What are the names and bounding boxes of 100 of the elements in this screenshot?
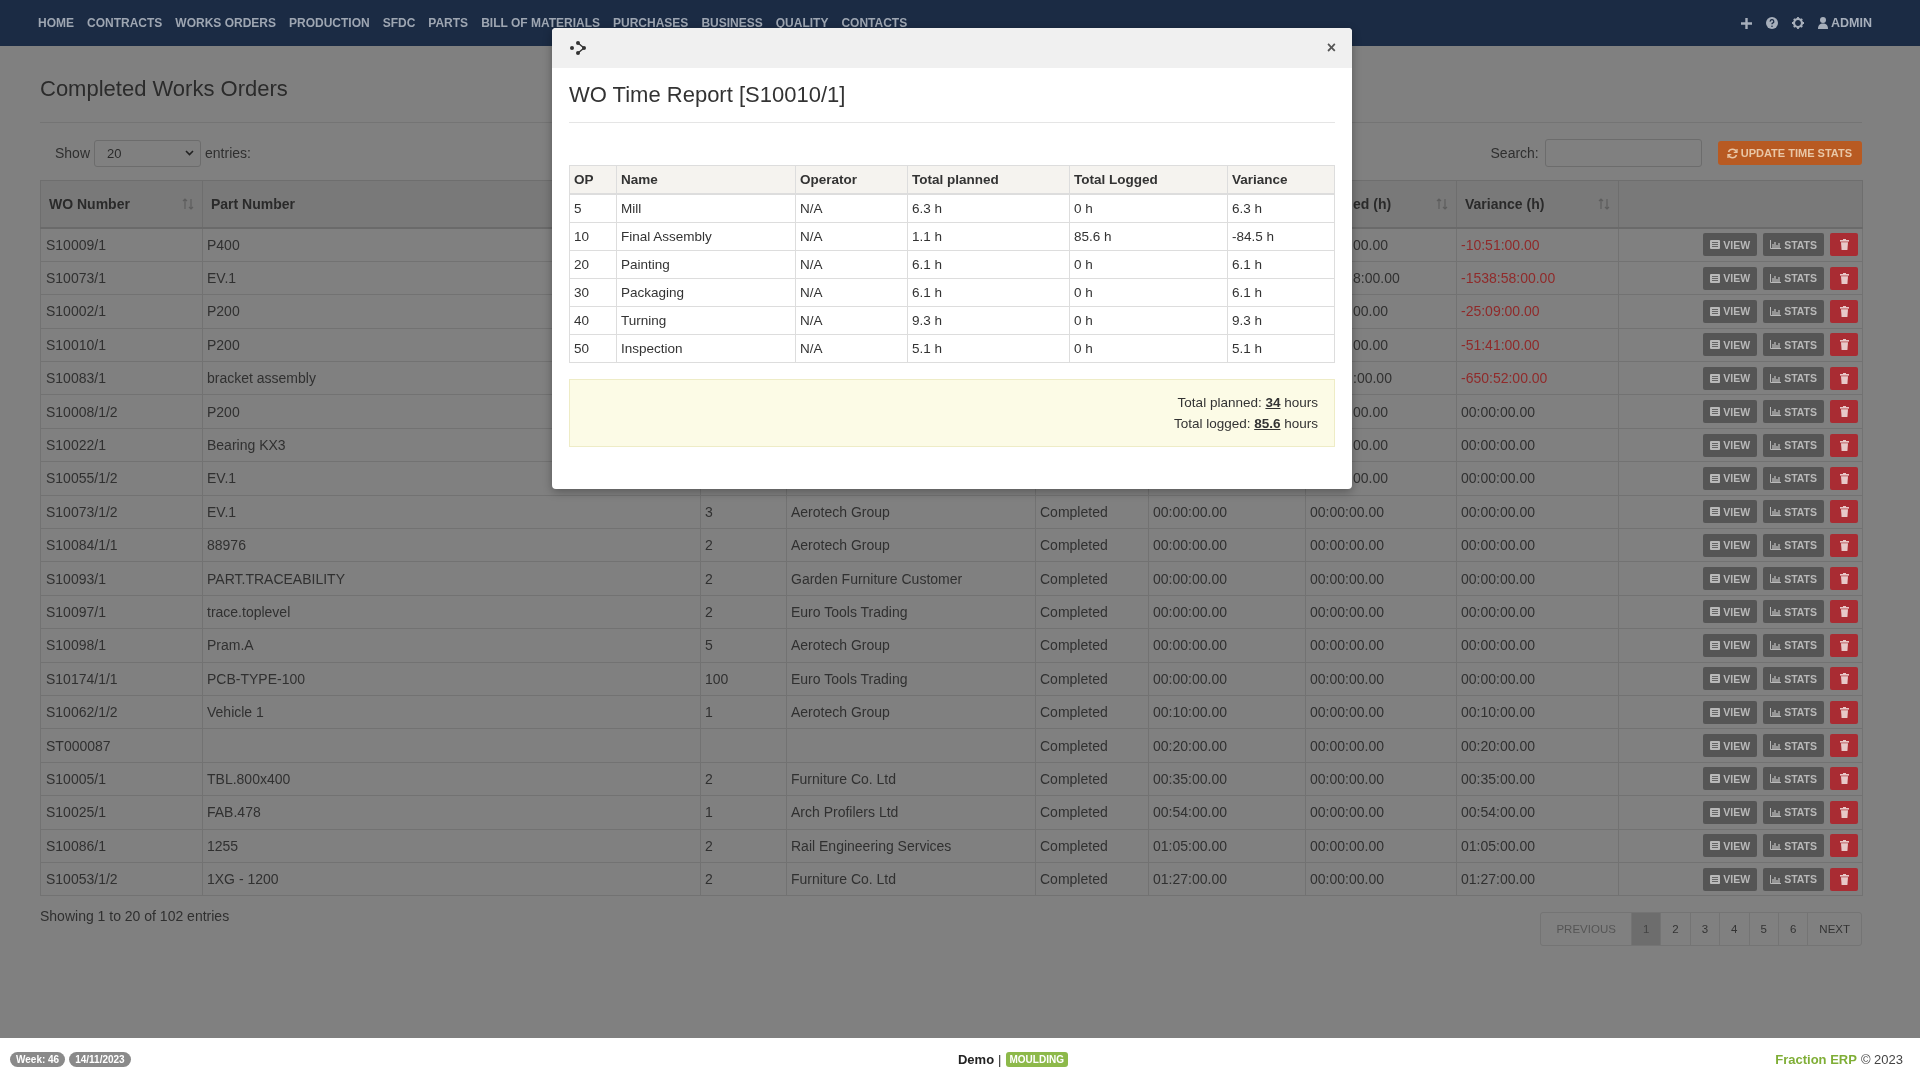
table-cell: 00:00:00.00	[1461, 437, 1535, 454]
pagination-button[interactable]: 2	[1660, 913, 1690, 946]
delete-button[interactable]	[1830, 433, 1858, 457]
stats-button[interactable]: STATS	[1763, 633, 1824, 657]
stats-button[interactable]: STATS	[1763, 366, 1824, 390]
view-button[interactable]: VIEW	[1703, 767, 1758, 791]
delete-button[interactable]	[1830, 800, 1858, 824]
update-time-stats-button[interactable]: UPDATE TIME STATS	[1717, 141, 1862, 165]
delete-button[interactable]	[1830, 700, 1858, 724]
delete-button[interactable]	[1830, 466, 1858, 490]
delete-button[interactable]	[1830, 333, 1858, 357]
table-cell: 5	[705, 637, 713, 654]
view-button[interactable]: VIEW	[1703, 567, 1758, 591]
table-cell: Euro Tools Trading	[791, 604, 908, 620]
stats-button[interactable]: STATS	[1763, 433, 1824, 457]
stats-button[interactable]: STATS	[1763, 266, 1824, 290]
table-cell: 3	[705, 503, 713, 520]
column-header[interactable]: ed (h)	[1353, 196, 1392, 212]
nav-link[interactable]: QUALITY	[775, 16, 829, 30]
stats-button[interactable]: STATS	[1763, 734, 1824, 758]
view-button[interactable]: VIEW	[1703, 700, 1758, 724]
table-cell: 6.3 h	[912, 201, 943, 216]
nav-link[interactable]: BUSINESS	[701, 16, 763, 30]
stats-button[interactable]: STATS	[1763, 233, 1824, 257]
delete-button[interactable]	[1830, 567, 1858, 591]
table-cell: Bearing KX3	[207, 437, 286, 454]
delete-button[interactable]	[1830, 400, 1858, 424]
delete-button[interactable]	[1830, 299, 1858, 323]
table-cell: EV.1	[207, 270, 237, 287]
stats-button[interactable]: STATS	[1763, 667, 1824, 691]
pagination-button[interactable]: 3	[1689, 913, 1720, 946]
entries-dropdown[interactable]: 20	[94, 139, 202, 167]
table-cell: Inspection	[621, 341, 683, 356]
delete-button[interactable]	[1830, 600, 1858, 624]
delete-button[interactable]	[1830, 633, 1858, 657]
delete-button[interactable]	[1830, 734, 1858, 758]
view-button[interactable]: VIEW	[1703, 466, 1758, 490]
column-header[interactable]: Variance (h)	[1465, 196, 1545, 212]
nav-link[interactable]: WORKS ORDERS	[175, 16, 276, 30]
delete-button[interactable]	[1830, 667, 1858, 691]
view-button[interactable]: VIEW	[1703, 433, 1758, 457]
view-button[interactable]: VIEW	[1703, 233, 1758, 257]
stats-button[interactable]: STATS	[1763, 867, 1824, 891]
stats-button[interactable]: STATS	[1763, 767, 1824, 791]
nav-link[interactable]: PARTS	[428, 16, 469, 30]
delete-button[interactable]	[1830, 500, 1858, 524]
trash-icon	[1839, 873, 1849, 885]
stats-button[interactable]: STATS	[1763, 700, 1824, 724]
view-button[interactable]: VIEW	[1703, 299, 1758, 323]
table-cell: 00.00	[1353, 437, 1389, 454]
pagination-button[interactable]: 6	[1777, 913, 1808, 946]
delete-button[interactable]	[1830, 533, 1858, 557]
list-icon	[1710, 440, 1721, 450]
view-button[interactable]: VIEW	[1703, 266, 1758, 290]
stats-button[interactable]: STATS	[1763, 299, 1824, 323]
pagination-button[interactable]: 4	[1719, 913, 1749, 946]
delete-button[interactable]	[1830, 366, 1858, 390]
view-button[interactable]: VIEW	[1703, 600, 1758, 624]
view-button[interactable]: VIEW	[1703, 800, 1758, 824]
stats-button[interactable]: STATS	[1763, 567, 1824, 591]
stats-button[interactable]: STATS	[1763, 466, 1824, 490]
stats-button[interactable]: STATS	[1763, 533, 1824, 557]
pagination-button[interactable]: NEXT	[1807, 913, 1861, 946]
nav-link[interactable]: PRODUCTION	[289, 16, 370, 30]
view-button[interactable]: VIEW	[1703, 834, 1758, 858]
delete-button[interactable]	[1830, 767, 1858, 791]
view-button[interactable]: VIEW	[1703, 667, 1758, 691]
view-button[interactable]: VIEW	[1703, 867, 1758, 891]
stats-button[interactable]: STATS	[1763, 400, 1824, 424]
column-header[interactable]: Part Number	[211, 196, 296, 212]
view-button[interactable]: VIEW	[1703, 533, 1758, 557]
nav-link[interactable]: CONTRACTS	[87, 16, 163, 30]
delete-button[interactable]	[1830, 867, 1858, 891]
delete-button[interactable]	[1830, 834, 1858, 858]
nav-link[interactable]: CONTACTS	[841, 16, 908, 30]
pagination-button[interactable]: 5	[1748, 913, 1778, 946]
user-menu[interactable]: ADMIN	[1818, 16, 1872, 30]
table-cell: Pram.A	[207, 637, 254, 654]
view-button[interactable]: VIEW	[1703, 633, 1758, 657]
delete-button[interactable]	[1830, 266, 1858, 290]
delete-button[interactable]	[1830, 233, 1858, 257]
stats-button[interactable]: STATS	[1763, 834, 1824, 858]
view-button[interactable]: VIEW	[1703, 734, 1758, 758]
view-button[interactable]: VIEW	[1703, 366, 1758, 390]
nav-link[interactable]: HOME	[38, 16, 74, 30]
close-button[interactable]: ×	[1322, 39, 1340, 57]
nav-link[interactable]: BILL OF MATERIALS	[481, 16, 600, 30]
stats-button[interactable]: STATS	[1763, 500, 1824, 524]
view-button[interactable]: VIEW	[1703, 500, 1758, 524]
stats-button[interactable]: STATS	[1763, 333, 1824, 357]
summary-text: Total planned: 34 hours	[1176, 394, 1318, 412]
view-button[interactable]: VIEW	[1703, 400, 1758, 424]
view-button[interactable]: VIEW	[1703, 333, 1758, 357]
column-header[interactable]: WO Number	[49, 196, 130, 212]
nav-link[interactable]: SFDC	[382, 16, 416, 30]
bar-chart-icon	[1770, 741, 1782, 751]
stats-button[interactable]: STATS	[1763, 600, 1824, 624]
stats-button[interactable]: STATS	[1763, 800, 1824, 824]
table-cell: 00:00:00.00	[1310, 637, 1384, 654]
nav-link[interactable]: PURCHASES	[613, 16, 689, 30]
